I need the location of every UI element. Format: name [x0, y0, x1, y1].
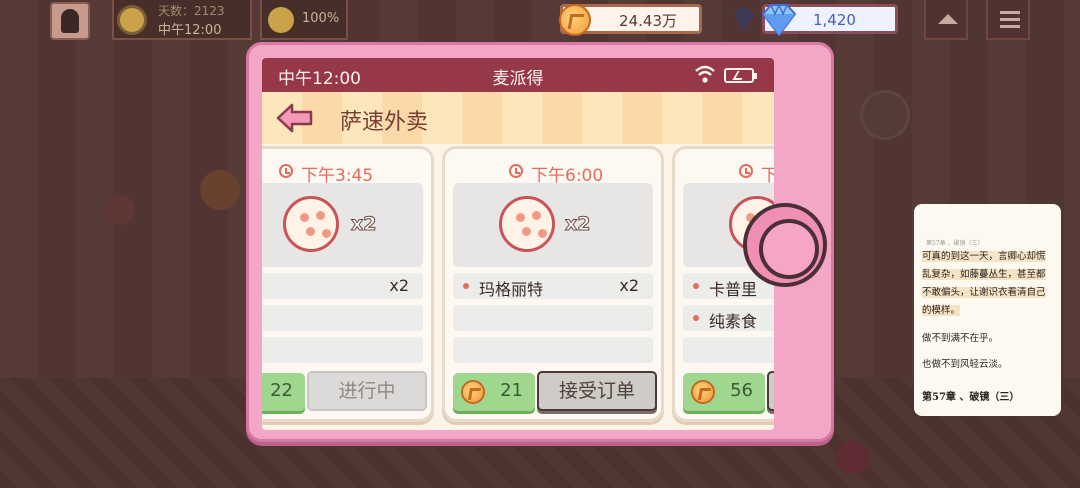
order-card: 下午6:00 x2 玛格丽特 x2 21 接受订单 — [442, 146, 664, 422]
accept-order-button[interactable]: 接受订单 — [537, 371, 657, 411]
food-preview: x2 — [453, 183, 653, 267]
item-name: 卡普里 — [709, 280, 758, 299]
item-quantity: x2 — [389, 276, 409, 295]
menu-icon — [1000, 11, 1020, 14]
reader-paragraph: 也做不到风轻云淡。 — [922, 359, 1008, 370]
collapse-button[interactable] — [924, 0, 968, 40]
order-item: 梨 x2 — [262, 273, 423, 299]
pizza-icon — [499, 196, 555, 252]
app-header: 萨速外卖 — [262, 92, 774, 144]
back-arrow-icon[interactable] — [276, 102, 314, 134]
clock-icon — [279, 164, 293, 178]
reader-header: 第57章 、破镜（三） — [926, 240, 984, 247]
reward-badge: 56 — [683, 373, 765, 411]
coin-icon — [461, 380, 485, 404]
mood-value: 100% — [302, 11, 340, 26]
gem-amount: 1,420 — [813, 11, 856, 29]
menu-icon-bar — [1000, 25, 1020, 28]
coin-balance[interactable]: 24.43万 — [559, 4, 702, 36]
menu-icon-bar — [1000, 18, 1020, 21]
phone-screen: 中午12:00 麦派得 萨速外卖 下午3:45 x2 x2 22 进行中 下午6… — [262, 58, 774, 430]
gem-shadow-icon — [734, 8, 754, 32]
order-item: 纯素食 — [683, 305, 774, 331]
accept-order-button[interactable] — [767, 371, 774, 411]
home-button[interactable] — [743, 203, 827, 287]
order-item: 玛格丽特 x2 — [453, 273, 653, 299]
wifi-icon — [695, 65, 715, 83]
clock-icon — [739, 164, 753, 178]
food-preview: x2 — [262, 183, 423, 267]
order-item-empty — [262, 305, 423, 331]
day-count: 天数：2123 — [158, 4, 225, 18]
reward-amount: 21 — [500, 380, 523, 401]
reward-amount: 22 — [270, 380, 293, 401]
order-item-empty — [453, 337, 653, 363]
page-title: 萨速外卖 — [340, 110, 429, 135]
reader-paragraph: 可真的到这一天，言卿心却慌乱复杂，如藤蔓丛生，甚至都不敢偏头，让谢识衣看清自己的… — [922, 248, 1054, 320]
smiley-icon — [268, 7, 294, 33]
chapter-title: 第57章 、破镜（三） — [922, 392, 1020, 403]
item-quantity: x2 — [619, 276, 639, 295]
reader-paragraph: 做不到满不在乎。 — [922, 333, 999, 344]
coin-amount: 24.43万 — [619, 12, 677, 30]
sun-icon — [120, 8, 144, 32]
item-name: 玛格丽特 — [479, 280, 544, 299]
floating-reader-window[interactable]: 第57章 、破镜（三） 可真的到这一天，言卿心却慌乱复杂，如藤蔓丛生，甚至都不敢… — [914, 204, 1061, 416]
gem-balance[interactable]: 1,420 — [761, 3, 898, 37]
order-card: 下 卡普里 纯素食 56 — [672, 146, 774, 422]
pizza-icon — [283, 196, 339, 252]
battery-icon — [724, 68, 757, 83]
order-item-empty — [683, 337, 774, 363]
coin-icon — [559, 4, 591, 36]
coin-icon — [691, 380, 715, 404]
reward-badge: 21 — [453, 373, 535, 411]
mood-panel: 100% — [260, 0, 348, 40]
order-item-empty — [453, 305, 653, 331]
clock-time: 中午12:00 — [158, 23, 222, 38]
player-avatar[interactable] — [50, 2, 90, 40]
status-bar: 中午12:00 麦派得 — [262, 58, 774, 92]
order-list[interactable]: 下午3:45 x2 梨 x2 22 — [262, 144, 774, 430]
menu-button[interactable] — [986, 0, 1030, 40]
bullet-icon — [693, 315, 699, 321]
food-quantity: x2 — [350, 213, 377, 236]
reward-amount: 56 — [730, 380, 753, 401]
food-quantity: x2 — [564, 213, 591, 236]
day-time-panel: 天数：2123 中午12:00 — [112, 0, 252, 40]
order-card: 下午3:45 x2 梨 x2 22 — [262, 146, 434, 422]
reader-paragraph-text: 可真的到这一天，言卿心却慌乱复杂，如藤蔓丛生，甚至都不敢偏头，让谢识衣看清自己的… — [922, 251, 1046, 316]
diamond-icon — [761, 3, 797, 37]
reward-badge: 22 — [262, 373, 305, 411]
phone-device: 中午12:00 麦派得 萨速外卖 下午3:45 x2 x2 22 进行中 下午6… — [246, 42, 834, 442]
bullet-icon — [463, 283, 469, 289]
item-name: 纯素食 — [709, 312, 758, 331]
clock-icon — [509, 164, 523, 178]
bullet-icon — [693, 283, 699, 289]
order-item-empty — [262, 337, 423, 363]
in-progress-button[interactable]: 进行中 — [307, 371, 427, 411]
